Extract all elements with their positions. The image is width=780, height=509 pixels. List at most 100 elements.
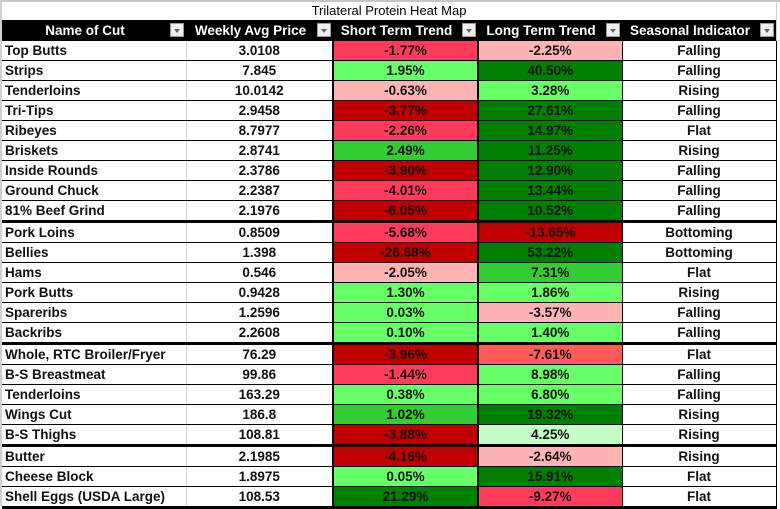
cell-weekly-avg-price[interactable]: 186.8	[186, 404, 334, 425]
cell-short-term-trend[interactable]: 1.02%	[333, 404, 479, 425]
cell-long-term-trend[interactable]: 1.40%	[478, 322, 623, 345]
cell-weekly-avg-price[interactable]: 2.3786	[186, 160, 334, 181]
cell-short-term-trend[interactable]: -2.05%	[333, 262, 479, 283]
cell-name-of-cut[interactable]: Ground Chuck	[2, 180, 187, 201]
cell-name-of-cut[interactable]: Top Butts	[2, 41, 187, 61]
cell-name-of-cut[interactable]: Butter	[2, 445, 187, 467]
cell-short-term-trend[interactable]: -1.77%	[333, 41, 479, 61]
filter-dropdown-icon[interactable]	[760, 23, 774, 37]
cell-name-of-cut[interactable]: Spareribs	[2, 302, 187, 323]
cell-short-term-trend[interactable]: -3.88%	[333, 424, 479, 447]
cell-short-term-trend[interactable]: -3.90%	[333, 160, 479, 181]
cell-seasonal-indicator[interactable]: Falling	[622, 200, 777, 223]
cell-name-of-cut[interactable]: Shell Eggs (USDA Large)	[2, 486, 187, 509]
cell-long-term-trend[interactable]: 8.98%	[478, 364, 623, 385]
cell-name-of-cut[interactable]: 81% Beef Grind	[2, 200, 187, 223]
cell-seasonal-indicator[interactable]: Flat	[622, 262, 777, 283]
cell-weekly-avg-price[interactable]: 0.9428	[186, 282, 334, 303]
cell-name-of-cut[interactable]: Ribeyes	[2, 120, 187, 141]
cell-name-of-cut[interactable]: Wings Cut	[2, 404, 187, 425]
cell-seasonal-indicator[interactable]: Falling	[622, 160, 777, 181]
cell-seasonal-indicator[interactable]: Falling	[622, 302, 777, 323]
cell-short-term-trend[interactable]: -3.77%	[333, 100, 479, 121]
cell-weekly-avg-price[interactable]: 7.845	[186, 60, 334, 81]
cell-seasonal-indicator[interactable]: Flat	[622, 343, 777, 365]
cell-short-term-trend[interactable]: -1.44%	[333, 364, 479, 385]
cell-weekly-avg-price[interactable]: 108.53	[186, 486, 334, 509]
cell-short-term-trend[interactable]: -4.16%	[333, 445, 479, 467]
cell-name-of-cut[interactable]: Inside Rounds	[2, 160, 187, 181]
cell-name-of-cut[interactable]: B-S Breastmeat	[2, 364, 187, 385]
cell-short-term-trend[interactable]: 1.30%	[333, 282, 479, 303]
cell-seasonal-indicator[interactable]: Falling	[622, 60, 777, 81]
cell-seasonal-indicator[interactable]: Rising	[622, 424, 777, 447]
cell-weekly-avg-price[interactable]: 2.9458	[186, 100, 334, 121]
cell-weekly-avg-price[interactable]: 2.8741	[186, 140, 334, 161]
cell-name-of-cut[interactable]: B-S Thighs	[2, 424, 187, 447]
cell-short-term-trend[interactable]: -4.01%	[333, 180, 479, 201]
cell-seasonal-indicator[interactable]: Falling	[622, 100, 777, 121]
cell-short-term-trend[interactable]: -3.96%	[333, 343, 479, 365]
cell-long-term-trend[interactable]: 1.86%	[478, 282, 623, 303]
cell-short-term-trend[interactable]: -6.05%	[333, 200, 479, 223]
cell-seasonal-indicator[interactable]: Rising	[622, 445, 777, 467]
cell-long-term-trend[interactable]: -7.61%	[478, 343, 623, 365]
cell-long-term-trend[interactable]: 4.25%	[478, 424, 623, 447]
cell-name-of-cut[interactable]: Pork Loins	[2, 221, 187, 243]
cell-seasonal-indicator[interactable]: Flat	[622, 120, 777, 141]
cell-short-term-trend[interactable]: 1.95%	[333, 60, 479, 81]
cell-seasonal-indicator[interactable]: Rising	[622, 140, 777, 161]
cell-short-term-trend[interactable]: 0.38%	[333, 384, 479, 405]
cell-seasonal-indicator[interactable]: Falling	[622, 41, 777, 61]
cell-short-term-trend[interactable]: 0.05%	[333, 466, 479, 487]
cell-seasonal-indicator[interactable]: Falling	[622, 180, 777, 201]
cell-long-term-trend[interactable]: 7.31%	[478, 262, 623, 283]
cell-seasonal-indicator[interactable]: Flat	[622, 466, 777, 487]
cell-weekly-avg-price[interactable]: 10.0142	[186, 80, 334, 101]
cell-long-term-trend[interactable]: 27.61%	[478, 100, 623, 121]
cell-long-term-trend[interactable]: 13.44%	[478, 180, 623, 201]
cell-weekly-avg-price[interactable]: 1.398	[186, 242, 334, 263]
cell-weekly-avg-price[interactable]: 0.8509	[186, 221, 334, 243]
cell-long-term-trend[interactable]: -2.25%	[478, 41, 623, 61]
cell-long-term-trend[interactable]: 11.25%	[478, 140, 623, 161]
cell-seasonal-indicator[interactable]: Rising	[622, 282, 777, 303]
cell-long-term-trend[interactable]: 15.91%	[478, 466, 623, 487]
cell-seasonal-indicator[interactable]: Bottoming	[622, 242, 777, 263]
cell-short-term-trend[interactable]: -26.68%	[333, 242, 479, 263]
cell-long-term-trend[interactable]: 12.90%	[478, 160, 623, 181]
cell-name-of-cut[interactable]: Strips	[2, 60, 187, 81]
cell-weekly-avg-price[interactable]: 3.0108	[186, 41, 334, 61]
cell-name-of-cut[interactable]: Bellies	[2, 242, 187, 263]
cell-long-term-trend[interactable]: 14.97%	[478, 120, 623, 141]
cell-long-term-trend[interactable]: -2.64%	[478, 445, 623, 467]
cell-name-of-cut[interactable]: Tenderloins	[2, 80, 187, 101]
cell-long-term-trend[interactable]: 53.22%	[478, 242, 623, 263]
cell-short-term-trend[interactable]: -0.63%	[333, 80, 479, 101]
cell-long-term-trend[interactable]: 10.52%	[478, 200, 623, 223]
cell-weekly-avg-price[interactable]: 1.2596	[186, 302, 334, 323]
cell-weekly-avg-price[interactable]: 2.2387	[186, 180, 334, 201]
cell-short-term-trend[interactable]: -2.26%	[333, 120, 479, 141]
cell-seasonal-indicator[interactable]: Flat	[622, 486, 777, 509]
cell-short-term-trend[interactable]: -5.68%	[333, 221, 479, 243]
cell-long-term-trend[interactable]: -3.57%	[478, 302, 623, 323]
cell-weekly-avg-price[interactable]: 163.29	[186, 384, 334, 405]
cell-name-of-cut[interactable]: Whole, RTC Broiler/Fryer	[2, 343, 187, 365]
cell-weekly-avg-price[interactable]: 2.1976	[186, 200, 334, 223]
cell-long-term-trend[interactable]: -9.27%	[478, 486, 623, 509]
cell-weekly-avg-price[interactable]: 8.7977	[186, 120, 334, 141]
cell-name-of-cut[interactable]: Backribs	[2, 322, 187, 345]
cell-short-term-trend[interactable]: 2.49%	[333, 140, 479, 161]
cell-name-of-cut[interactable]: Pork Butts	[2, 282, 187, 303]
cell-seasonal-indicator[interactable]: Falling	[622, 384, 777, 405]
cell-weekly-avg-price[interactable]: 1.8975	[186, 466, 334, 487]
cell-short-term-trend[interactable]: 21.29%	[333, 486, 479, 509]
filter-dropdown-icon[interactable]	[462, 23, 476, 37]
cell-name-of-cut[interactable]: Tenderloins	[2, 384, 187, 405]
filter-dropdown-icon[interactable]	[317, 23, 331, 37]
cell-name-of-cut[interactable]: Cheese Block	[2, 466, 187, 487]
cell-weekly-avg-price[interactable]: 76.29	[186, 343, 334, 365]
cell-seasonal-indicator[interactable]: Falling	[622, 364, 777, 385]
cell-weekly-avg-price[interactable]: 99.86	[186, 364, 334, 385]
